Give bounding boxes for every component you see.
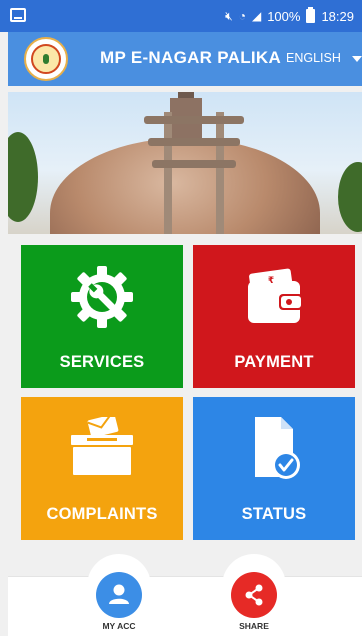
bottom-nav-bar — [8, 576, 362, 636]
language-selector[interactable]: ENGLISH — [286, 51, 341, 65]
status-icons: 🔇︎ ◔ ◢ 100% 18:29 — [225, 7, 354, 25]
my-account-label: MY ACC — [102, 621, 136, 631]
services-tile[interactable]: SERVICES — [21, 245, 183, 388]
document-check-icon — [255, 417, 300, 479]
complaints-label: COMPLAINTS — [46, 505, 158, 523]
ballot-box-icon — [71, 417, 133, 475]
share-label: SHARE — [239, 621, 269, 631]
wallet-rupee-icon: ₹ — [248, 268, 303, 323]
svg-text:₹: ₹ — [268, 276, 274, 286]
mute-icon: 🔇︎ — [225, 9, 233, 23]
complaints-tile[interactable]: COMPLAINTS — [21, 397, 183, 540]
chevron-down-icon[interactable] — [352, 56, 362, 62]
app-toolbar: MP E-NAGAR PALIKA ENGLISH — [8, 32, 362, 86]
clock: 18:29 — [321, 8, 354, 24]
wifi-icon: ◔ — [238, 9, 246, 23]
services-label: SERVICES — [59, 353, 145, 371]
share-button[interactable] — [231, 572, 277, 618]
stupa-dome — [50, 138, 320, 234]
notification-icon — [10, 8, 26, 22]
status-bar: 🔇︎ ◔ ◢ 100% 18:29 — [0, 0, 362, 32]
signal-icon: ◢ — [251, 9, 262, 23]
app-title: MP E-NAGAR PALIKA — [100, 48, 282, 67]
tree-left — [8, 132, 38, 222]
battery-percent: 100% — [267, 8, 301, 24]
municipal-emblem-icon — [24, 37, 68, 81]
payment-label: PAYMENT — [234, 353, 314, 371]
my-account-button[interactable] — [96, 572, 142, 618]
sanchi-stupa-photo — [8, 92, 362, 234]
status-tile[interactable]: STATUS — [193, 397, 355, 540]
gear-wrench-icon — [71, 266, 133, 328]
battery-icon — [306, 7, 316, 23]
user-icon — [109, 584, 129, 604]
app-screen: 🔇︎ ◔ ◢ 100% 18:29 MP E-NAGAR PALIKA ENGL… — [0, 0, 362, 636]
payment-tile[interactable]: ₹ PAYMENT — [193, 245, 355, 388]
torana-gateway — [144, 116, 244, 124]
status-label: STATUS — [241, 505, 307, 523]
tree-right — [338, 162, 362, 232]
share-icon — [245, 584, 263, 606]
